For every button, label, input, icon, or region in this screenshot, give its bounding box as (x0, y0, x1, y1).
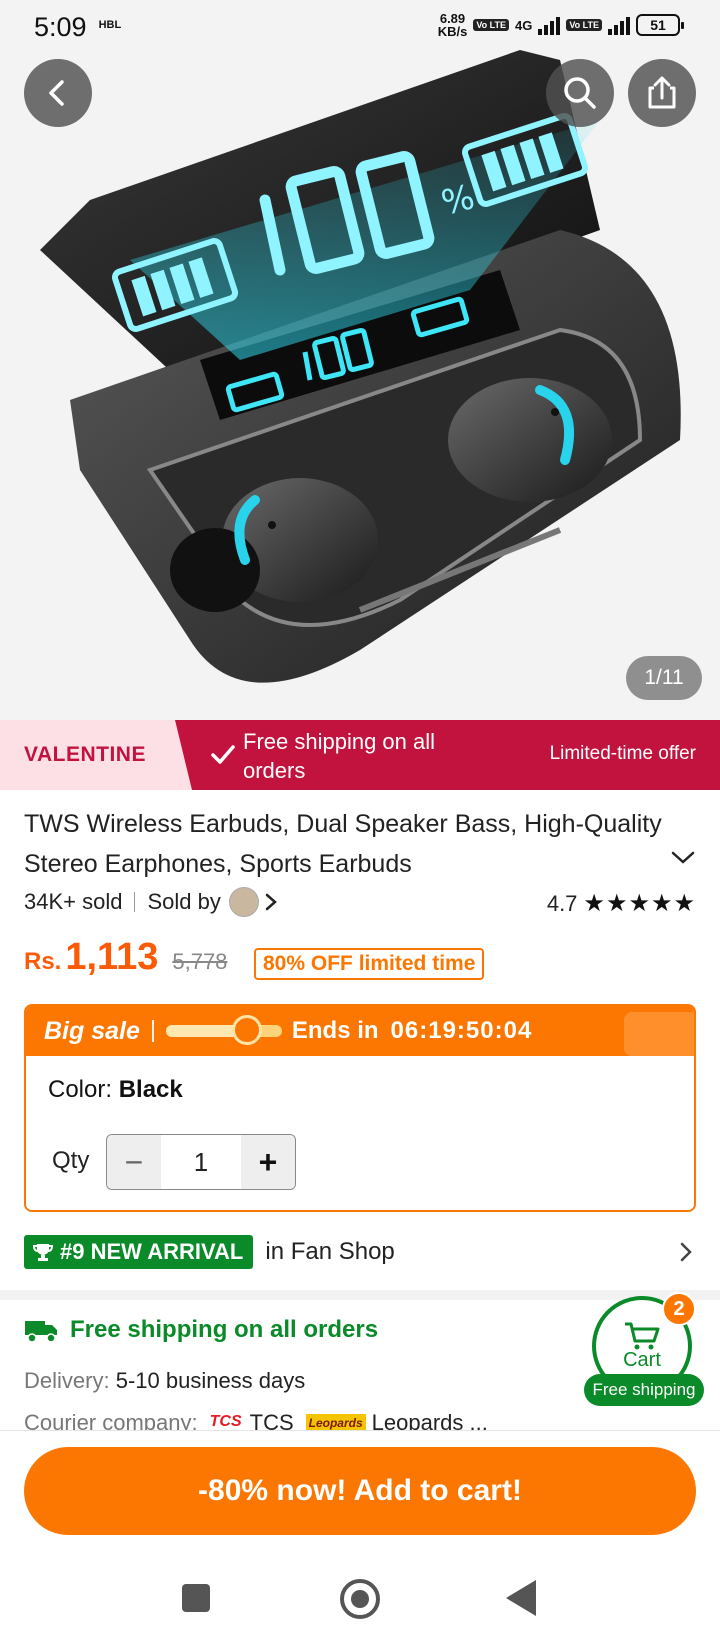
chevron-right-icon (265, 893, 277, 911)
status-carrier: HBL (98, 19, 122, 31)
back-triangle-icon[interactable] (506, 1580, 536, 1616)
delivery-truck-icon (25, 1321, 57, 1343)
signal-icon-2 (608, 15, 630, 35)
seller-avatar (228, 887, 259, 917)
product-meta: 34K+ sold Sold by 4.7 ★★★★★ (24, 885, 696, 919)
cart-label: Cart (623, 1348, 661, 1371)
original-price: 5,778 (172, 949, 228, 974)
chevron-down-icon[interactable] (670, 850, 696, 866)
qty-value[interactable]: 1 (161, 1135, 241, 1189)
current-price: 1,113 (65, 936, 159, 978)
volte-icon-2: Vo LTE (566, 19, 602, 31)
color-selector[interactable]: Color: Black (48, 1076, 183, 1104)
ends-in-label: Ends in (291, 1017, 379, 1044)
sale-progress-bar (165, 1015, 282, 1045)
sale-decoration (624, 1012, 694, 1056)
quantity-stepper: − 1 + (106, 1134, 296, 1190)
network-speed-unit: KB/s (437, 24, 468, 39)
battery-icon: 51 (636, 14, 684, 36)
valentine-badge: VALENTINE (0, 720, 192, 790)
promo-message: Free shipping on all orders (243, 729, 436, 783)
qty-label: Qty (52, 1147, 90, 1174)
sale-box: Big sale Ends in 06:19:50:04 Color: Blac… (24, 1004, 696, 1212)
sale-divider (151, 1020, 154, 1042)
earbuds-case-illustration: % (40, 50, 681, 683)
status-time: 5:09 (34, 11, 87, 42)
search-button[interactable] (546, 59, 614, 127)
delivery-value: 5-10 business days (115, 1368, 306, 1393)
recents-icon[interactable] (182, 1584, 210, 1612)
price-currency: Rs. (24, 948, 62, 975)
sold-by-label: Sold by (147, 889, 221, 914)
cart-count-badge: 2 (662, 1292, 696, 1326)
back-button[interactable] (24, 59, 92, 127)
chevron-right-icon (680, 1242, 692, 1262)
volte-icon: Vo LTE (473, 19, 509, 31)
image-counter: 1/11 (626, 656, 702, 700)
chevron-left-icon (49, 80, 64, 106)
promo-banner[interactable]: VALENTINE Free shipping on all orders Li… (0, 720, 720, 790)
new-arrival-label: #9 NEW ARRIVAL (60, 1239, 244, 1264)
delivery-label: Delivery: (24, 1368, 110, 1393)
trophy-icon (32, 1244, 54, 1261)
system-nav-bar (0, 1548, 720, 1650)
alarm-clock-icon (231, 1015, 262, 1045)
valentine-label: VALENTINE (24, 743, 146, 766)
cart-free-shipping: Free shipping (584, 1374, 704, 1406)
share-button[interactable] (628, 59, 696, 127)
sold-by-link[interactable]: Sold by (147, 887, 278, 917)
sale-body: Color: Black Qty − 1 + (26, 1056, 694, 1210)
status-icons: 6.89 KB/s Vo LTE 4G Vo LTE 51 (438, 12, 684, 38)
share-icon (648, 76, 676, 109)
qty-decrease-button[interactable]: − (107, 1135, 161, 1189)
qty-increase-button[interactable]: + (241, 1135, 295, 1189)
discount-badge: 80% OFF limited time (254, 948, 485, 980)
sold-count: 34K+ sold (24, 889, 123, 914)
delivery-time: Delivery: 5-10 business days (24, 1368, 305, 1394)
meta-divider (134, 892, 136, 912)
big-sale-label: Big sale (44, 1016, 140, 1045)
color-label: Color: (48, 1076, 113, 1103)
product-image[interactable]: % (0, 0, 720, 720)
network-speed: 6.89 KB/s (438, 12, 468, 38)
floating-cart[interactable]: Cart 2 Free shipping (584, 1292, 704, 1406)
product-title: TWS Wireless Earbuds, Dual Speaker Bass,… (24, 810, 662, 878)
countdown-timer: 06:19:50:04 (390, 1017, 533, 1044)
promo-limited-offer: Limited-time offer (549, 743, 696, 764)
arrival-category: in Fan Shop (265, 1238, 395, 1265)
sale-header: Big sale Ends in 06:19:50:04 (26, 1006, 694, 1056)
add-to-cart-button[interactable]: -80% now! Add to cart! (24, 1447, 696, 1535)
price-row: Rs. 1,113 5,778 (24, 936, 227, 986)
network-type: 4G (514, 17, 533, 33)
rating-value: 4.7 (546, 890, 578, 916)
free-shipping-title: Free shipping on all orders (70, 1316, 379, 1343)
home-icon[interactable] (340, 1579, 380, 1619)
product-page: % 5:09 HBL 6.89 KB/s Vo LTE 4G Vo LTE 51… (0, 0, 720, 1650)
shipping-header[interactable]: Free shipping on all orders (24, 1316, 378, 1344)
new-arrival-badge: #9 NEW ARRIVAL (24, 1235, 254, 1269)
status-bar: 5:09 HBL 6.89 KB/s Vo LTE 4G Vo LTE 51 (0, 0, 720, 54)
search-icon (564, 77, 596, 109)
check-icon (211, 745, 235, 764)
rating[interactable]: 4.7 ★★★★★ (547, 889, 696, 918)
bottom-action-bar: -80% now! Add to cart! (0, 1430, 720, 1548)
ranking-row[interactable]: #9 NEW ARRIVAL in Fan Shop (24, 1234, 696, 1270)
shopping-cart-icon (625, 1322, 660, 1349)
signal-icon (538, 15, 561, 35)
star-rating-icon: ★★★★★ (583, 890, 696, 917)
color-value: Black (118, 1076, 183, 1103)
